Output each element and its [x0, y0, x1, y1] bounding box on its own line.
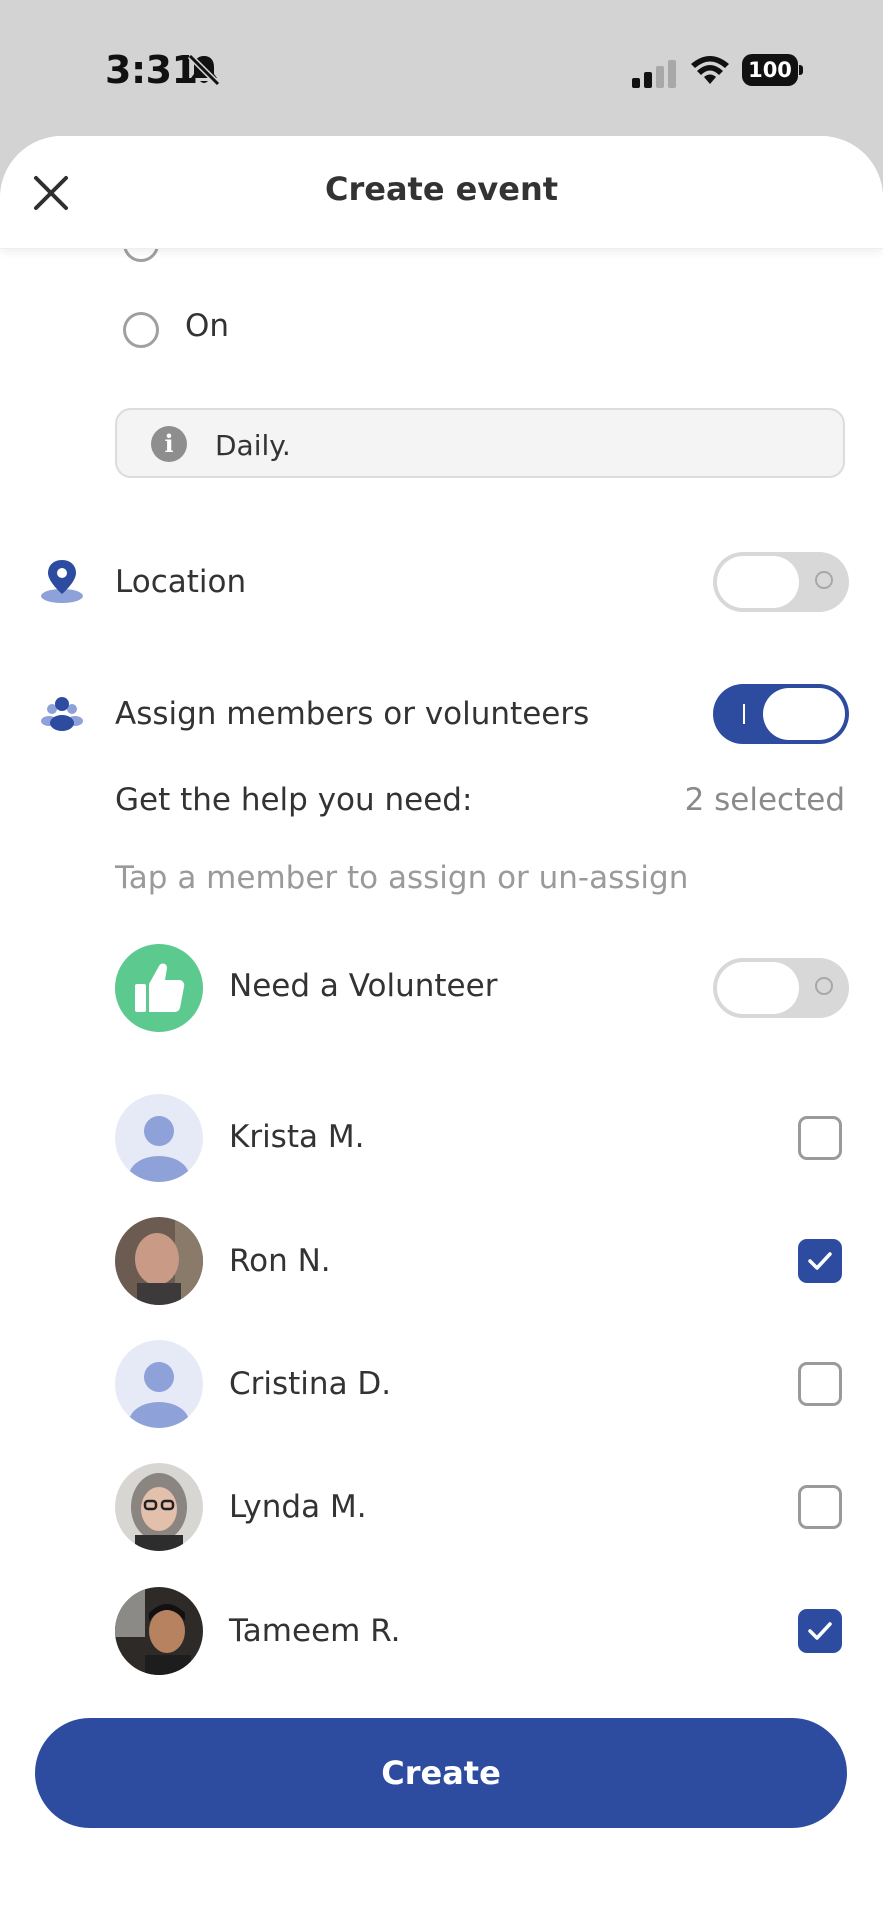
create-event-sheet: After On i Daily. Location Assign member… — [0, 136, 883, 1920]
help-label: Get the help you need: — [115, 782, 473, 818]
location-toggle[interactable] — [713, 552, 849, 612]
avatar — [115, 1094, 203, 1182]
member-checkbox[interactable] — [798, 1362, 842, 1406]
info-icon: i — [151, 426, 187, 462]
battery-level: 100 — [748, 58, 792, 82]
repeat-info-box: i Daily. — [115, 408, 845, 478]
avatar — [115, 1463, 203, 1551]
member-name: Ron N. — [229, 1243, 331, 1279]
bell-muted-icon — [187, 53, 221, 87]
volunteer-toggle[interactable] — [713, 958, 849, 1018]
sheet-header: Create event — [0, 136, 883, 249]
radio-on[interactable] — [123, 312, 159, 348]
volunteer-avatar — [115, 944, 203, 1032]
assign-hint: Tap a member to assign or un-assign — [115, 860, 689, 896]
member-name: Tameem R. — [229, 1613, 401, 1649]
avatar — [115, 1587, 203, 1675]
radio-on-label: On — [185, 308, 230, 344]
create-button[interactable]: Create — [35, 1718, 847, 1828]
status-bar: 3:31 100 — [0, 0, 883, 136]
member-checkbox[interactable] — [798, 1485, 842, 1529]
wifi-icon — [691, 56, 729, 84]
member-checkbox[interactable] — [798, 1239, 842, 1283]
volunteer-label: Need a Volunteer — [229, 968, 498, 1004]
signal-icon — [632, 60, 676, 88]
avatar — [115, 1340, 203, 1428]
member-name: Lynda M. — [229, 1489, 367, 1525]
assign-toggle[interactable] — [713, 684, 849, 744]
selected-count: 2 selected — [684, 782, 845, 818]
location-pin-icon — [41, 560, 83, 603]
people-icon — [41, 697, 83, 731]
assign-label: Assign members or volunteers — [115, 696, 590, 732]
member-name: Krista M. — [229, 1119, 365, 1155]
status-time: 3:31 — [105, 48, 198, 92]
member-checkbox[interactable] — [798, 1609, 842, 1653]
sheet-content: After On i Daily. Location Assign member… — [0, 136, 883, 1920]
repeat-info-text: Daily. — [215, 429, 291, 462]
thumbs-up-icon — [135, 963, 185, 1012]
page-title: Create event — [324, 170, 559, 208]
battery-icon: 100 — [742, 54, 804, 86]
avatar — [115, 1217, 203, 1305]
member-name: Cristina D. — [229, 1366, 392, 1402]
location-label: Location — [115, 564, 247, 600]
member-checkbox[interactable] — [798, 1116, 842, 1160]
